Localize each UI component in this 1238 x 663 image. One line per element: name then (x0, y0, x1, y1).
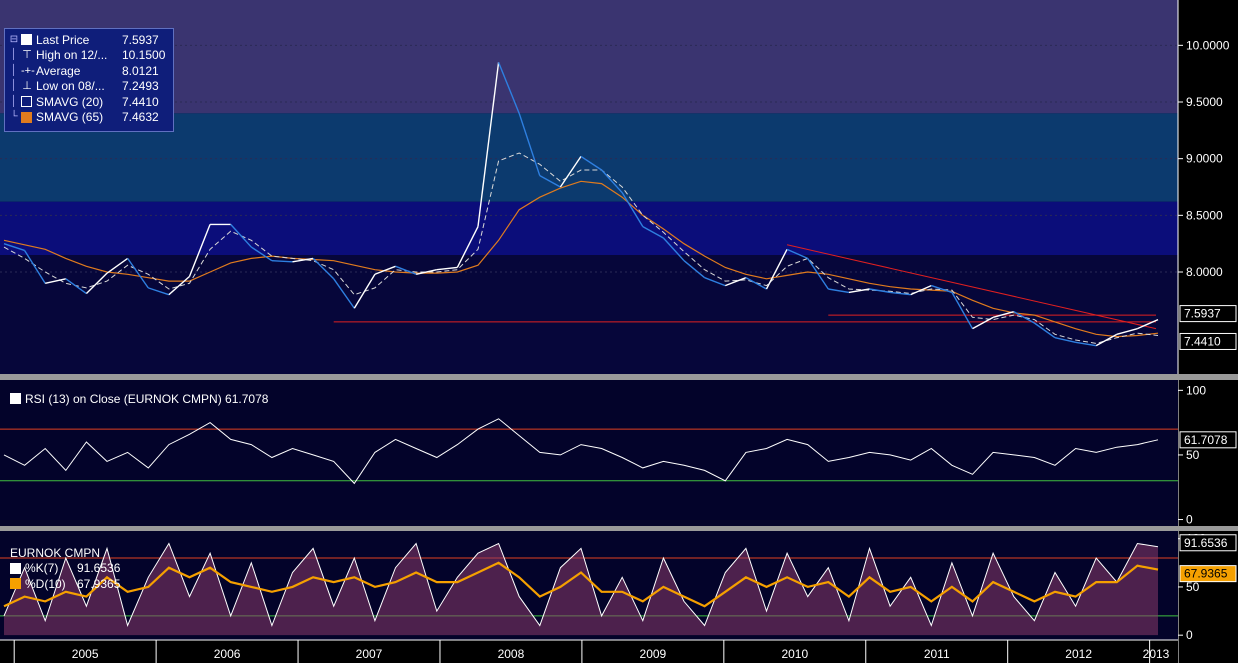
legend-stoch-k: %K(7) 91.6536 (10, 561, 120, 577)
legend-label: Low on 08/... (36, 79, 105, 94)
y-tick-label: 50 (1186, 448, 1200, 462)
average-marker-icon: -+- (21, 64, 35, 77)
legend-label: SMAVG (20) (36, 94, 104, 109)
stochastic-legend: EURNOK CMPN %K(7) 91.6536 %D(10) 67.9365 (10, 545, 120, 592)
last-value-label: 61.7078 (1184, 433, 1228, 447)
legend-last-price: ⊟ Last Price 7.5937 (9, 32, 173, 48)
legend-label: SMAVG (65) (36, 110, 104, 125)
x-tick-label: 2005 (72, 647, 99, 661)
rsi-legend-label: RSI (13) on Close (EURNOK CMPN) 61.7078 (25, 391, 269, 406)
legend-label: High on 12/... (36, 48, 108, 63)
x-tick-label: 2006 (214, 647, 241, 661)
square-outline-icon (21, 96, 32, 108)
legend-smavg20: │ SMAVG (20) 7.4410 (9, 94, 173, 110)
band-lower (0, 201, 1178, 255)
y-tick-label: 8.0000 (1186, 265, 1223, 279)
x-tick-label: 2008 (498, 647, 525, 661)
stochastic-panel: 10050091.653667.9365 (0, 531, 1237, 642)
y-tick-label: 8.5000 (1186, 208, 1223, 222)
legend-value: 7.4632 (122, 110, 159, 125)
x-tick-label: 2011 (924, 647, 950, 661)
last-value-label: 91.6536 (1184, 536, 1228, 550)
legend-value: 67.9365 (77, 576, 121, 591)
eurnok-chart: 10.0000 9.5000 9.0000 8.5000 8.0000 7.5937 7.4… (0, 0, 1238, 663)
stochastic-title-label: EURNOK CMPN (10, 545, 101, 560)
y-tick-label: 100 (1186, 383, 1206, 397)
orange-swatch-icon (10, 578, 21, 590)
orange-swatch-icon (21, 111, 32, 123)
y-tick-label: 9.0000 (1186, 152, 1223, 166)
last-value-label: 67.9365 (1184, 567, 1228, 581)
low-marker-icon: ⊥ (22, 80, 32, 93)
legend-label: %K(7) (25, 561, 59, 576)
x-tick-label: 2010 (781, 647, 808, 661)
rsi-legend: RSI (13) on Close (EURNOK CMPN) 61.7078 (10, 391, 268, 407)
x-axis-background (0, 640, 1178, 663)
rsi-legend-row: RSI (13) on Close (EURNOK CMPN) 61.7078 (10, 391, 268, 407)
legend-value: 7.4410 (122, 94, 159, 109)
legend-label: Average (36, 63, 81, 78)
last-value-label: 7.4410 (1184, 334, 1221, 348)
panel-separator (0, 374, 1238, 380)
y-tick-label: 10.0000 (1186, 38, 1230, 52)
tree-branch-icon: │ (10, 49, 18, 61)
x-tick-label: 2013 (1143, 647, 1170, 661)
panel-separator (0, 526, 1238, 531)
collapse-icon[interactable]: ⊟ (9, 32, 19, 48)
legend-value: 91.6536 (77, 561, 121, 576)
legend-label: %D(10) (25, 576, 66, 591)
square-swatch-icon (21, 34, 32, 46)
x-tick-label: 2009 (640, 647, 667, 661)
legend-high: │ ⊤ High on 12/... 10.1500 (9, 48, 173, 64)
legend-low: │ ⊥ Low on 08/... 7.2493 (9, 79, 173, 95)
x-tick-label: 2007 (356, 647, 383, 661)
tree-branch-icon: │ (10, 80, 18, 92)
tree-branch-icon: │ (10, 95, 18, 107)
tree-branch-icon: └ (10, 111, 18, 123)
price-legend: ⊟ Last Price 7.5937 │ ⊤ High on 12/... 1… (4, 28, 174, 132)
tree-branch-icon: │ (10, 64, 18, 76)
legend-value: 8.0121 (122, 63, 159, 78)
square-swatch-icon (10, 393, 21, 405)
y-tick-label: 9.5000 (1186, 95, 1223, 109)
y-tick-label: 0 (1186, 513, 1193, 527)
band-upper (0, 0, 1178, 114)
high-marker-icon: ⊤ (22, 49, 32, 62)
legend-value: 7.2493 (122, 79, 159, 94)
band-middle (0, 113, 1178, 202)
legend-average: │ -+- Average 8.0121 (9, 63, 173, 79)
legend-stoch-d: %D(10) 67.9365 (10, 576, 120, 592)
legend-smavg65: └ SMAVG (65) 7.4632 (9, 110, 173, 126)
legend-value: 7.5937 (122, 32, 159, 47)
x-axis: 2005 2006 2007 2008 2009 2010 2011 2012 2013 (0, 639, 1178, 663)
square-swatch-icon (10, 562, 21, 574)
last-value-label: 7.5937 (1184, 307, 1221, 321)
x-tick-label: 2012 (1065, 647, 1092, 661)
legend-label: Last Price (36, 32, 90, 47)
legend-value: 10.1500 (122, 48, 166, 63)
stochastic-title: EURNOK CMPN (10, 545, 120, 561)
y-tick-label: 0 (1186, 628, 1193, 642)
